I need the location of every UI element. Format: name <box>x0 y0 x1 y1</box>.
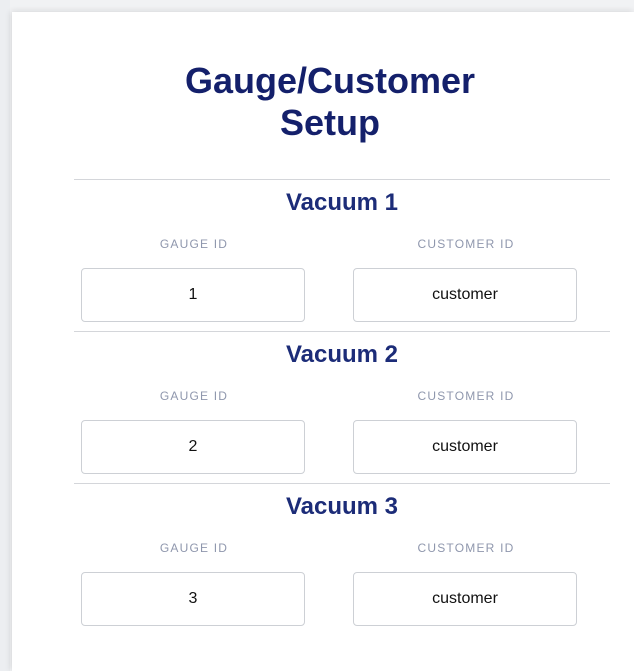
page-title-line-2: Setup <box>279 102 380 143</box>
customer-id-label: CUSTOMER ID <box>417 237 515 251</box>
gauge-id-input[interactable] <box>81 268 305 322</box>
section-heading: Vacuum 2 <box>285 341 399 368</box>
customer-id-input[interactable] <box>353 572 577 626</box>
section-heading: Vacuum 3 <box>285 493 399 520</box>
customer-id-label: CUSTOMER ID <box>417 541 515 555</box>
setup-card: Gauge/Customer Setup Vacuum 1 GAUGE ID C… <box>12 12 634 671</box>
gauge-id-input[interactable] <box>81 420 305 474</box>
page-title: Gauge/Customer Setup <box>152 60 508 144</box>
customer-id-label: CUSTOMER ID <box>417 389 515 403</box>
gauge-id-input[interactable] <box>81 572 305 626</box>
gauge-id-label: GAUGE ID <box>159 541 229 555</box>
section-heading: Vacuum 1 <box>285 189 399 216</box>
window-top-edge <box>0 0 634 10</box>
vacuum-section-1: Vacuum 1 GAUGE ID CUSTOMER ID <box>74 179 610 331</box>
customer-id-input[interactable] <box>353 268 577 322</box>
section-divider <box>74 483 610 484</box>
window-left-edge <box>0 0 10 671</box>
page-title-line-1: Gauge/Customer <box>184 60 476 101</box>
gauge-id-label: GAUGE ID <box>159 389 229 403</box>
vacuum-section-2: Vacuum 2 GAUGE ID CUSTOMER ID <box>74 331 610 483</box>
section-divider <box>74 331 610 332</box>
gauge-id-label: GAUGE ID <box>159 237 229 251</box>
customer-id-input[interactable] <box>353 420 577 474</box>
vacuum-section-3: Vacuum 3 GAUGE ID CUSTOMER ID <box>74 483 610 635</box>
section-divider <box>74 179 610 180</box>
